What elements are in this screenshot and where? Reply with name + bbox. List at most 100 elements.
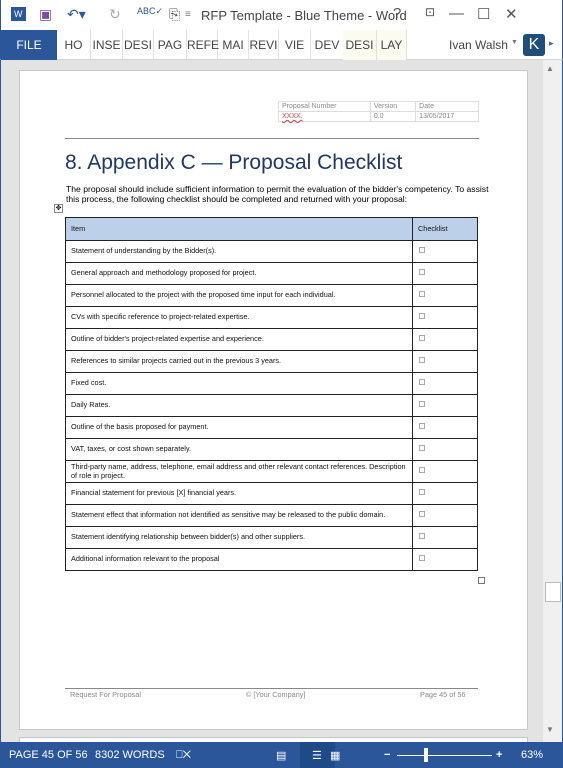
checklist-item: Statement effect that information not id… (65, 504, 413, 527)
table-row: References to similar projects carried o… (65, 350, 478, 373)
user-dropdown-icon[interactable]: ▼ (511, 39, 518, 46)
scrollbar-thumb[interactable] (545, 582, 561, 602)
column-header-checklist: Checklist (412, 217, 478, 241)
checkbox[interactable] (419, 357, 425, 364)
date: 13/05/2017 (415, 111, 479, 122)
checkbox[interactable] (419, 445, 425, 452)
table-resize-handle[interactable] (478, 577, 485, 584)
checklist-item: CVs with specific reference to project-r… (65, 306, 413, 329)
tab-mailings[interactable]: MAI (218, 30, 249, 60)
checklist-item: Outline of the basis proposed for paymen… (65, 416, 413, 439)
checkbox[interactable] (419, 247, 425, 254)
checklist-item: Third-party name, address, telephone, em… (65, 460, 413, 483)
proofing-icon[interactable]: ⎕✕ (176, 749, 191, 762)
page-heading: 8. Appendix C — Proposal Checklist (65, 151, 403, 174)
tab-developer[interactable]: DEV (311, 30, 343, 60)
web-layout-icon[interactable]: ▦ (330, 749, 340, 762)
checkbox[interactable] (419, 379, 425, 386)
checklist-table: Item Checklist Statement of understanding… (65, 217, 478, 571)
checklist-cell (412, 306, 478, 329)
checkbox[interactable] (419, 489, 425, 496)
version: 0.0 (369, 111, 417, 122)
zoom-out-button[interactable]: − (384, 749, 390, 761)
checkbox[interactable] (419, 335, 425, 342)
zoom-slider[interactable] (397, 755, 492, 756)
table-row: Statement effect that information not id… (65, 504, 478, 527)
header-label: Version (369, 101, 417, 112)
user-name[interactable]: Ivan Walsh (449, 30, 508, 60)
checklist-item: Financial statement for previous [X] fin… (65, 482, 413, 505)
tab-table-design[interactable]: DESI (343, 30, 377, 60)
header-label: Proposal Number (278, 101, 371, 112)
redo-icon[interactable]: ↻ (109, 6, 121, 23)
help-button[interactable]: ? (393, 5, 401, 22)
document-header-table: Proposal Number Version Date XXXX. 0.0 13/05… (278, 101, 479, 122)
table-move-handle-icon[interactable]: ✥ (54, 204, 63, 213)
checklist-cell (412, 504, 478, 527)
checklist-cell (412, 526, 478, 549)
tab-view[interactable]: VIE (279, 30, 311, 60)
proposal-number: XXXX. (278, 111, 371, 122)
footer-divider (65, 688, 478, 689)
word-logo-icon: W (11, 7, 26, 21)
ribbon-scroll-right-icon[interactable]: ▸ (549, 38, 554, 49)
scroll-up-icon[interactable]: ▲ (546, 64, 554, 73)
zoom-level[interactable]: 63% (521, 749, 543, 761)
checkbox[interactable] (419, 291, 425, 298)
page-count[interactable]: PAGE 45 OF 56 (9, 749, 88, 761)
checkbox[interactable] (419, 555, 425, 562)
maximize-button[interactable]: ☐ (477, 5, 490, 23)
table-row: Daily Rates. (65, 394, 478, 417)
zoom-in-button[interactable]: + (496, 749, 502, 761)
table-row: Statement of understanding by the Bidder… (65, 240, 478, 263)
table-row: Personnel allocated to the project with … (65, 284, 478, 307)
footer-page-number: Page 45 of 56 (420, 690, 466, 699)
scroll-down-icon[interactable]: ▼ (546, 725, 554, 734)
zoom-slider-thumb[interactable] (424, 748, 428, 762)
tab-home[interactable]: HO (57, 30, 91, 60)
ribbon-display-icon[interactable]: ⊡ (425, 5, 435, 19)
checkbox[interactable] (419, 533, 425, 540)
status-bar: PAGE 45 OF 56 8302 WORDS ⎕✕ ▤ ☰ ▦ − + 63… (0, 742, 563, 768)
column-header-item: Item (65, 217, 413, 241)
checkbox[interactable] (419, 511, 425, 518)
close-button[interactable]: ✕ (505, 5, 518, 23)
word-count[interactable]: 8302 WORDS (95, 749, 165, 761)
tab-insert[interactable]: INSE (91, 30, 123, 60)
header-label: Date (415, 101, 479, 112)
tab-page-layout[interactable]: PAG (154, 30, 187, 60)
read-mode-icon[interactable]: ▤ (276, 749, 286, 762)
checkbox[interactable] (419, 269, 425, 276)
checklist-item: Additional information relevant to the p… (65, 548, 413, 571)
tab-table-layout[interactable]: LAY (377, 30, 407, 60)
checkbox[interactable] (419, 423, 425, 430)
table-row: CVs with specific reference to project-r… (65, 306, 478, 329)
new-comment-icon[interactable]: ⎘ (169, 6, 180, 23)
checklist-item: Outline of bidder's project-related expe… (65, 328, 413, 351)
save-icon[interactable]: ▣ (39, 6, 52, 23)
checkbox[interactable] (419, 313, 425, 320)
checklist-cell (412, 350, 478, 373)
tab-references[interactable]: REFE (187, 30, 219, 60)
print-layout-icon[interactable]: ☰ (312, 749, 322, 762)
checklist-cell (412, 548, 478, 571)
checklist-item: Fixed cost. (65, 372, 413, 395)
checklist-item: Statement identifying relationship betwe… (65, 526, 413, 549)
checklist-item: Statement of understanding by the Bidder… (65, 240, 413, 263)
tab-design[interactable]: DESI (123, 30, 154, 60)
tab-file[interactable]: FILE (1, 30, 57, 60)
checklist-cell (412, 438, 478, 461)
checkbox[interactable] (419, 467, 425, 474)
checkbox[interactable] (419, 401, 425, 408)
table-row: Third-party name, address, telephone, em… (65, 460, 478, 483)
table-row: Additional information relevant to the p… (65, 548, 478, 571)
table-row: Outline of bidder's project-related expe… (65, 328, 478, 351)
vertical-scrollbar[interactable]: ▲ ▼ (543, 60, 563, 742)
tab-review[interactable]: REVI (249, 30, 279, 60)
customize-toolbar-icon[interactable]: ≡ (185, 9, 191, 20)
checklist-cell (412, 482, 478, 505)
undo-icon[interactable]: ↶▾ (67, 6, 86, 23)
avatar[interactable]: K (523, 34, 545, 56)
spelling-icon[interactable]: ABC✓ (137, 6, 163, 17)
minimize-button[interactable]: — (449, 5, 464, 22)
